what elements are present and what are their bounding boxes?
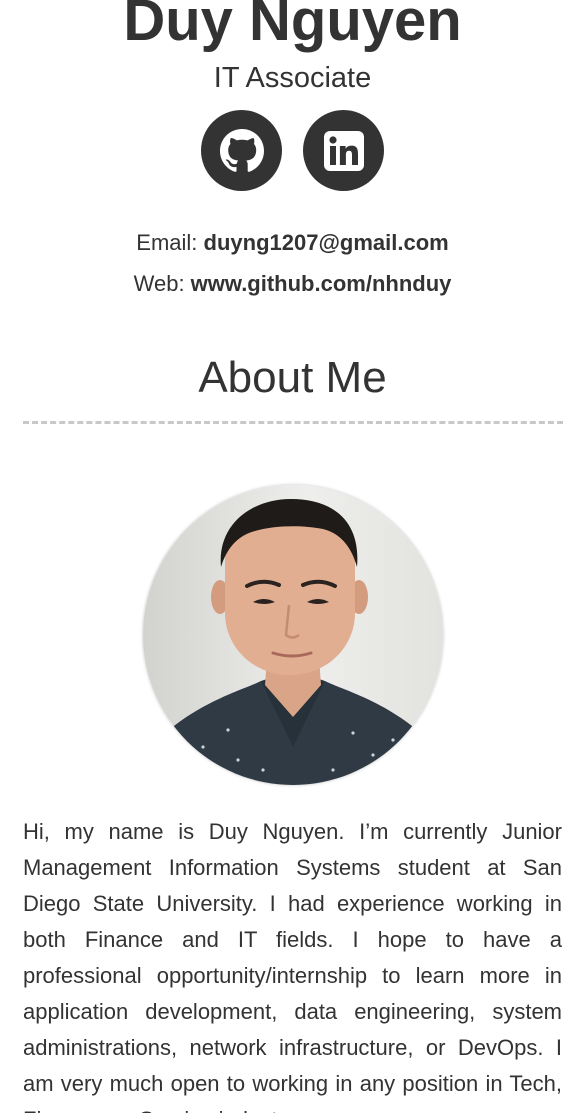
github-icon [219, 128, 264, 172]
web-label: Web: [133, 271, 191, 296]
about-bio: Hi, my name is Duy Nguyen. I’m currently… [23, 819, 562, 1113]
profile-photo [143, 485, 443, 785]
about-title: About Me [198, 353, 387, 402]
social-links [0, 110, 585, 191]
profile-role: IT Associate [213, 62, 372, 94]
linkedin-link[interactable] [303, 110, 384, 191]
contact-email: Email: duyng1207@gmail.com [0, 229, 585, 257]
email-label: Email: [136, 230, 204, 255]
email-link[interactable]: duyng1207@gmail.com [204, 230, 449, 255]
profile-name: Duy Nguyen [123, 0, 462, 53]
linkedin-icon [323, 130, 364, 171]
section-divider [23, 421, 563, 424]
github-link[interactable] [201, 110, 282, 191]
web-link[interactable]: www.github.com/nhnduy [191, 271, 452, 296]
contact-web: Web: www.github.com/nhnduy [0, 270, 585, 298]
